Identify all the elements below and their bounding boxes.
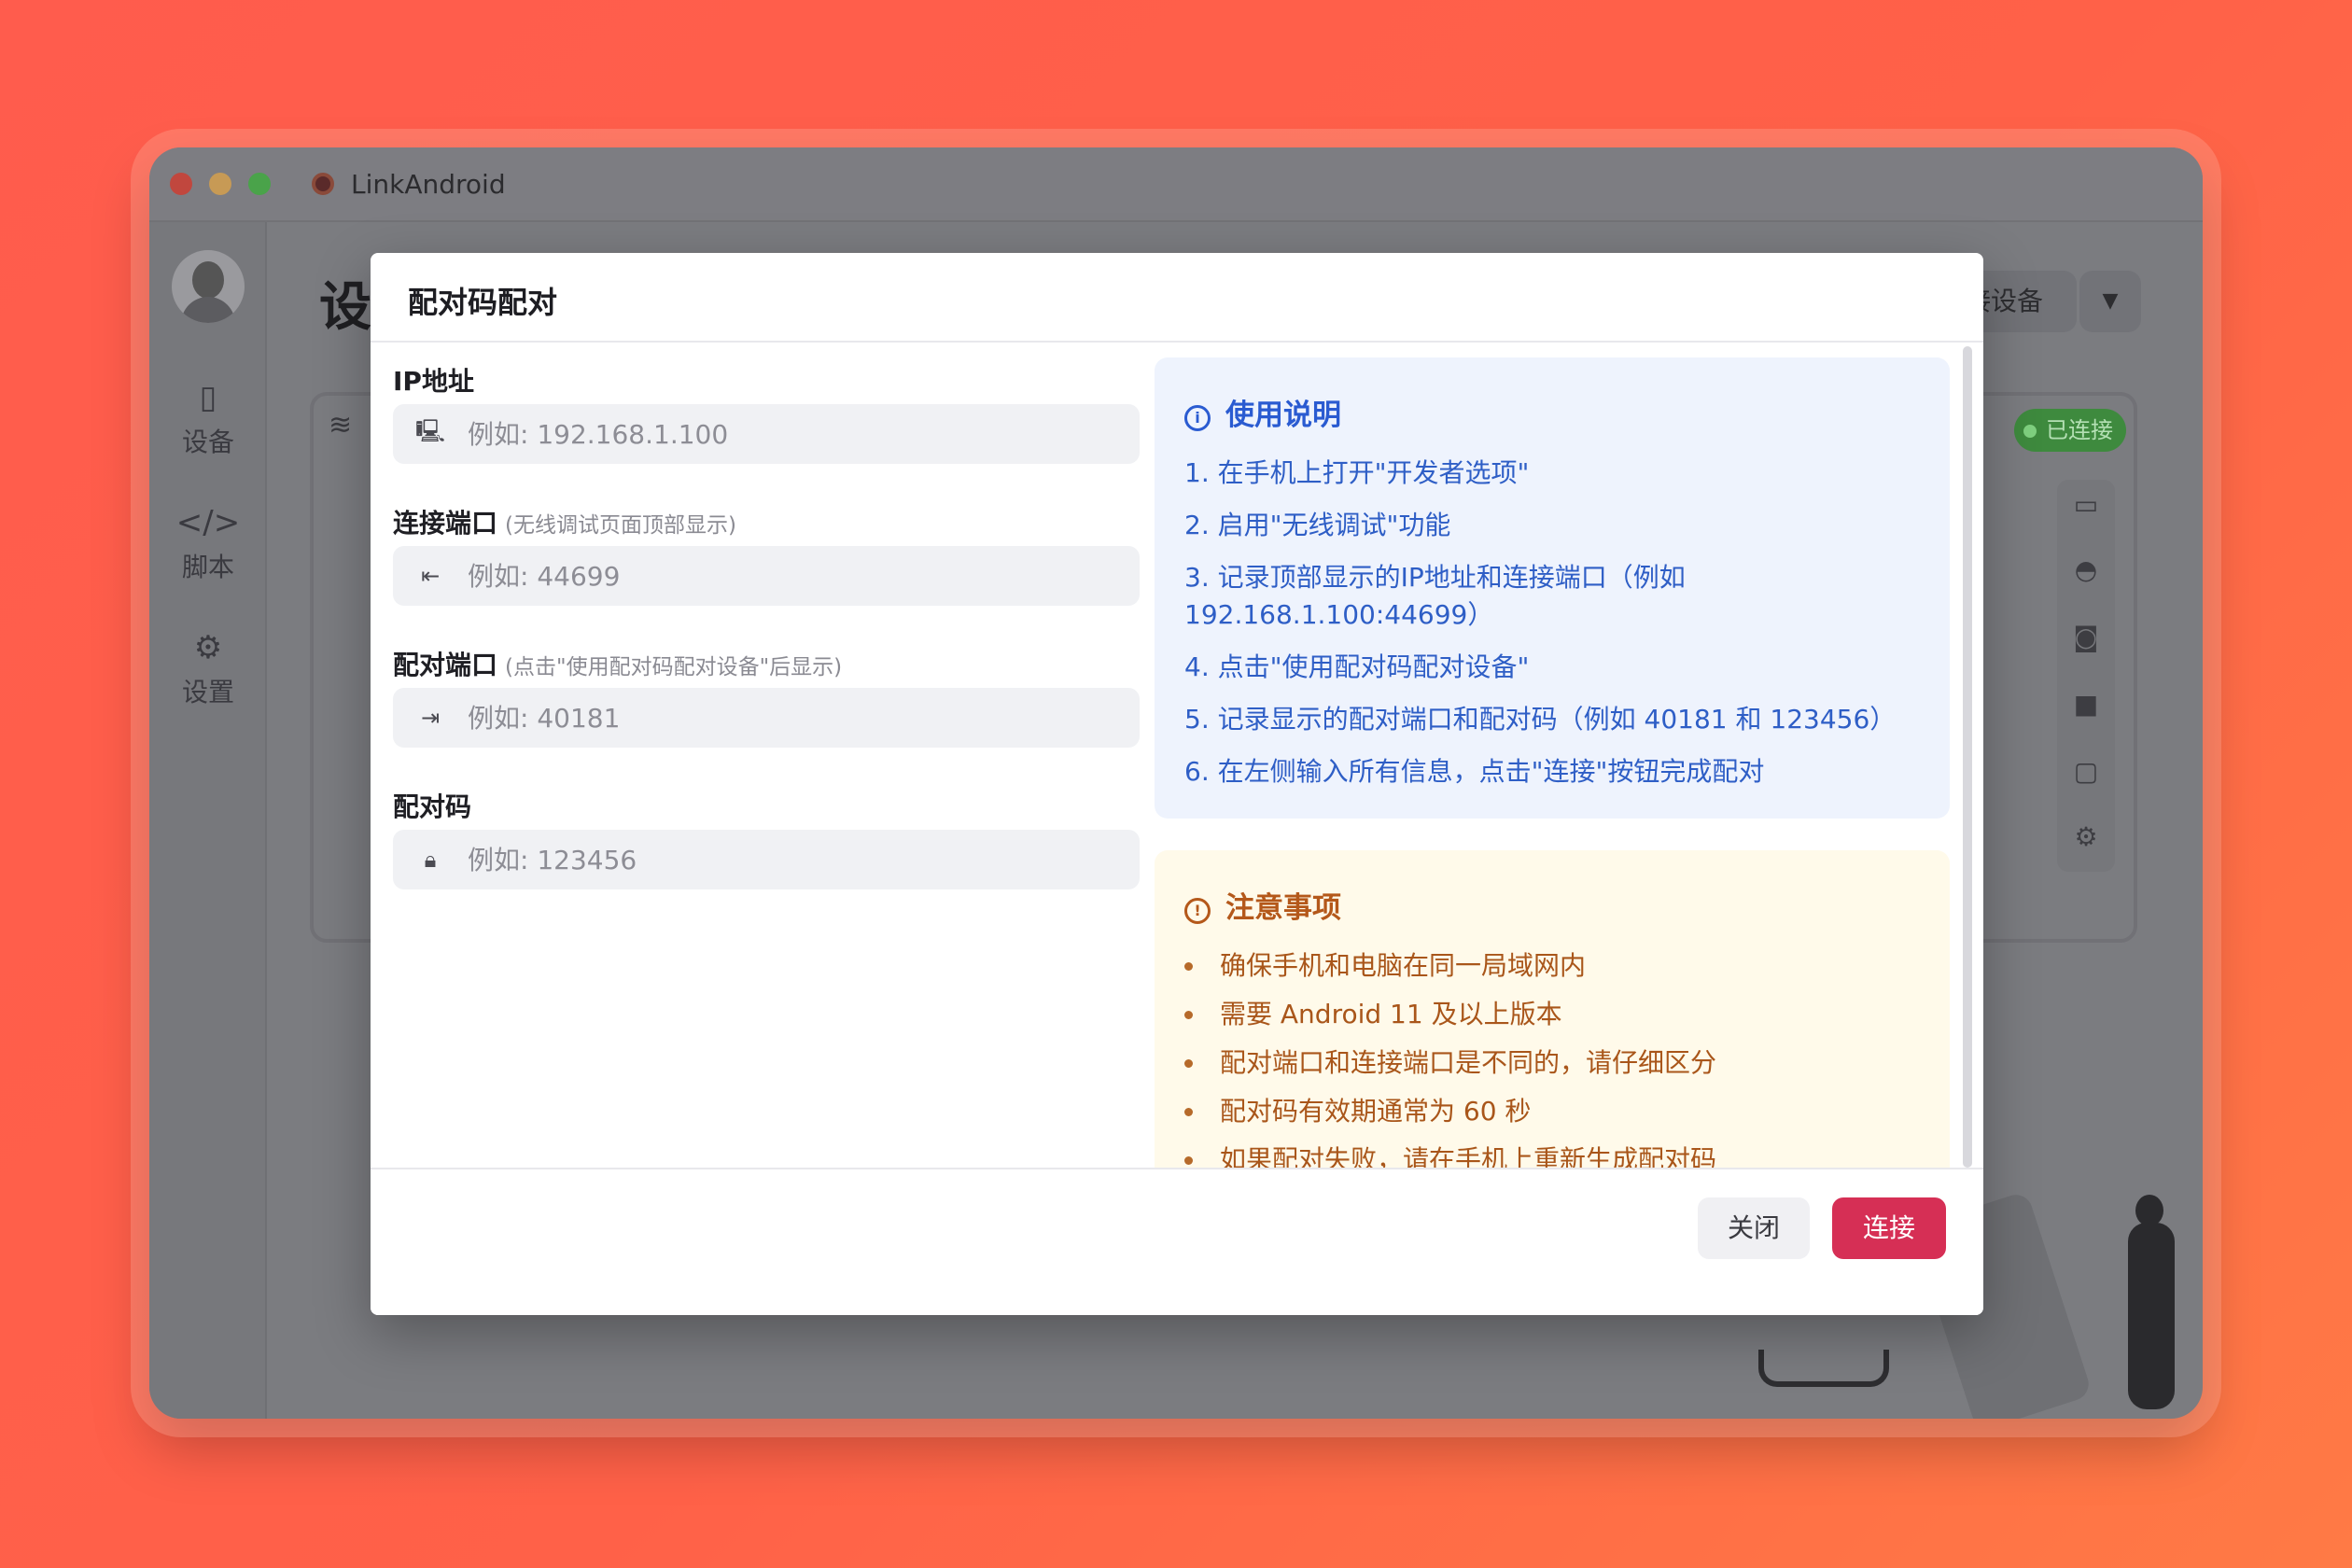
pair-port-hint: (点击"使用配对码配对设备"后显示) <box>505 655 843 679</box>
app-logo-icon <box>312 173 334 195</box>
dialog-body: IP地址 🖳 连接端口(无线调试页面顶部显示) ⇤ 配对端口(点击"使用配对码配… <box>371 343 1983 1168</box>
sidebar-item-script[interactable]: </> 脚本 <box>149 502 267 584</box>
decorative-shape <box>1758 1350 1889 1387</box>
notice-section: ! 注意事项 确保手机和电脑在同一局域网内 需要 Android 11 及以上版本… <box>1155 850 1950 1168</box>
sidebar-item-label: 脚本 <box>181 552 234 582</box>
title-bar: LinkAndroid <box>149 147 2203 222</box>
usage-steps: 1. 在手机上打开"开发者选项" 2. 启用"无线调试"功能 3. 记录顶部显示… <box>1184 455 1922 805</box>
list-item: 2. 启用"无线调试"功能 <box>1184 510 1451 540</box>
connect-port-input[interactable] <box>468 560 1121 592</box>
notice-title: ! 注意事项 <box>1184 884 1341 926</box>
dialog-title: 配对码配对 <box>408 285 558 320</box>
close-window-button[interactable] <box>170 173 192 195</box>
pair-port-field[interactable]: ⇥ <box>393 688 1140 748</box>
list-item: 1. 在手机上打开"开发者选项" <box>1184 457 1530 488</box>
wifi-icon: ≋ <box>329 409 353 441</box>
window-controls <box>170 173 271 195</box>
list-item: 6. 在左侧输入所有信息，点击"连接"按钮完成配对 <box>1184 756 1765 787</box>
avatar[interactable] <box>172 250 245 323</box>
pair-code-input[interactable] <box>468 844 1121 875</box>
device-icon: ▯ <box>199 379 217 416</box>
maximize-window-button[interactable] <box>248 173 271 195</box>
list-item: 配对端口和连接端口是不同的，请仔细区分 <box>1184 1044 1922 1082</box>
pair-code-field[interactable]: 🔒︎ <box>393 830 1140 889</box>
connect-port-field[interactable]: ⇤ <box>393 546 1140 606</box>
sidebar-item-label: 设备 <box>181 427 234 457</box>
info-icon: i <box>1184 405 1211 431</box>
gear-icon: ⚙ <box>193 629 223 666</box>
list-item: 确保手机和电脑在同一局域网内 <box>1184 947 1922 985</box>
code-icon: </> <box>175 504 241 541</box>
notice-list: 确保手机和电脑在同一局域网内 需要 Android 11 及以上版本 配对端口和… <box>1184 947 1922 1168</box>
monitor-icon: 🖳 <box>414 417 446 444</box>
dialog-header: 配对码配对 <box>371 253 1983 343</box>
pair-code-label: 配对码 <box>393 791 472 822</box>
close-button[interactable]: 关闭 <box>1698 1197 1810 1259</box>
logout-icon: ⇥ <box>420 705 441 731</box>
list-item: 如果配对失败，请在手机上重新生成配对码 <box>1184 1141 1922 1168</box>
connect-button[interactable]: 连接 <box>1832 1197 1946 1259</box>
lock-icon: 🔒︎ <box>424 847 437 873</box>
list-item: 5. 记录显示的配对端口和配对码（例如 40181 和 123456） <box>1184 704 1897 735</box>
sidebar-item-device[interactable]: ▯ 设备 <box>149 377 267 459</box>
minimize-window-button[interactable] <box>209 173 231 195</box>
pair-port-input[interactable] <box>468 702 1121 734</box>
warning-icon: ! <box>1184 898 1211 924</box>
list-item: 需要 Android 11 及以上版本 <box>1184 996 1922 1033</box>
connect-port-hint: (无线调试页面顶部显示) <box>505 513 736 538</box>
chevron-down-icon[interactable]: ▼ <box>2079 271 2141 332</box>
list-item: 配对码有效期通常为 60 秒 <box>1184 1093 1922 1130</box>
tool-column: ▭ ◓ ◙ ■ ▢ ⚙ <box>2057 480 2115 872</box>
usage-instructions: i 使用说明 1. 在手机上打开"开发者选项" 2. 启用"无线调试"功能 3. … <box>1155 357 1950 819</box>
pairing-dialog: 配对码配对 IP地址 🖳 连接端口(无线调试页面顶部显示) ⇤ 配对端口(点击"… <box>371 253 1983 1315</box>
pair-port-label: 配对端口 (点击"使用配对码配对设备"后显示) <box>393 650 843 680</box>
sidebar: ▯ 设备 </> 脚本 ⚙ 设置 <box>149 222 267 1419</box>
status-badge: 已连接 <box>2014 409 2126 452</box>
folder-icon[interactable]: ▢ <box>2057 756 2115 787</box>
connect-port-label: 连接端口 (无线调试页面顶部显示) <box>393 508 736 539</box>
page-title: 设 <box>319 277 371 338</box>
video-icon[interactable]: ■ <box>2057 689 2115 720</box>
sidebar-item-settings[interactable]: ⚙ 设置 <box>149 627 267 709</box>
login-icon: ⇤ <box>420 563 441 589</box>
ip-address-label: IP地址 <box>393 366 474 397</box>
camera-icon[interactable]: ◙ <box>2057 622 2115 652</box>
dialog-footer: 关闭 连接 <box>371 1168 1983 1315</box>
sidebar-item-label: 设置 <box>181 677 234 707</box>
cast-icon[interactable]: ▭ <box>2057 489 2115 520</box>
gear-icon[interactable]: ⚙ <box>2057 821 2115 852</box>
list-item: 3. 记录顶部显示的IP地址和连接端口（例如 192.168.1.100:446… <box>1184 562 1686 630</box>
window-title: LinkAndroid <box>351 168 506 200</box>
list-item: 4. 点击"使用配对码配对设备" <box>1184 651 1530 682</box>
ip-address-field[interactable]: 🖳 <box>393 404 1140 464</box>
dialog-scrollbar[interactable] <box>1963 346 1972 1168</box>
ip-address-input[interactable] <box>468 418 1121 450</box>
usage-title: i 使用说明 <box>1184 391 1341 433</box>
android-icon[interactable]: ◓ <box>2057 554 2115 585</box>
